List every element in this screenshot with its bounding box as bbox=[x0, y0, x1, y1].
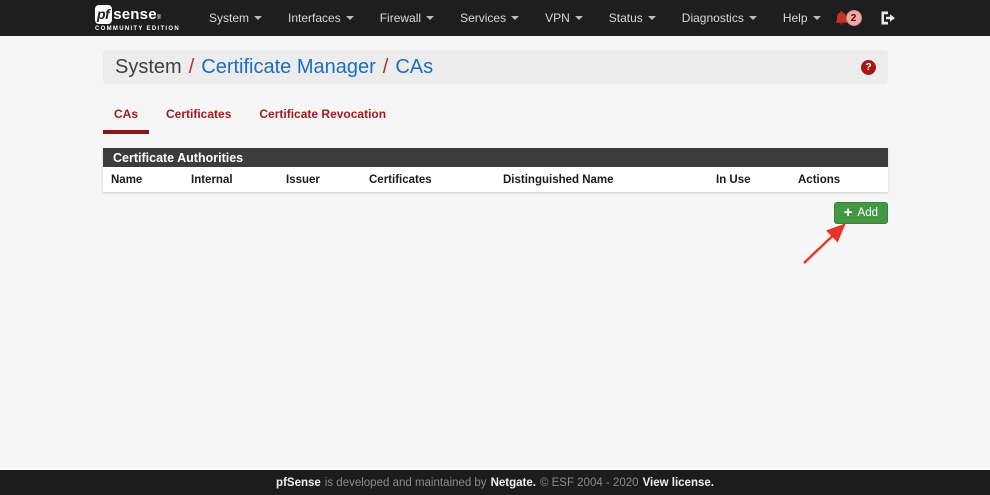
sign-out-glyph bbox=[880, 11, 896, 25]
breadcrumb: System / Certificate Manager / CAs ? bbox=[103, 50, 888, 84]
menu-item-firewall[interactable]: Firewall bbox=[367, 0, 447, 36]
caret-down-icon bbox=[426, 16, 434, 20]
footer-maintained-text: is developed and maintained by bbox=[325, 477, 487, 489]
column-header-actions: Actions bbox=[790, 167, 888, 192]
column-header-internal: Internal bbox=[183, 167, 278, 192]
breadcrumb-section: System bbox=[115, 56, 182, 79]
breadcrumb-separator: / bbox=[383, 56, 389, 79]
menu-item-system[interactable]: System bbox=[196, 0, 275, 36]
tab-bar: CAs Certificates Certificate Revocation bbox=[103, 101, 990, 134]
menu-item-status[interactable]: Status bbox=[596, 0, 669, 36]
notification-count-badge: 2 bbox=[846, 10, 862, 26]
breadcrumb-separator: / bbox=[189, 56, 195, 79]
registered-mark: ® bbox=[157, 15, 161, 21]
tab-certificates[interactable]: Certificates bbox=[155, 101, 242, 134]
community-edition-label: COMMUNITY EDITION bbox=[95, 26, 180, 32]
pfsense-logo-wordmark: pfsense® bbox=[95, 5, 180, 24]
help-icon[interactable]: ? bbox=[861, 60, 876, 75]
column-header-issuer: Issuer bbox=[278, 167, 361, 192]
caret-down-icon bbox=[648, 16, 656, 20]
menu-item-vpn[interactable]: VPN bbox=[532, 0, 596, 36]
table-header-row: Name Internal Issuer Certificates Distin… bbox=[103, 167, 888, 192]
certificate-authorities-table: Name Internal Issuer Certificates Distin… bbox=[103, 167, 888, 192]
footer: pfSense is developed and maintained by N… bbox=[0, 468, 990, 495]
menu-item-interfaces[interactable]: Interfaces bbox=[275, 0, 367, 36]
add-button-label: Add bbox=[858, 207, 878, 219]
tab-cas[interactable]: CAs bbox=[103, 101, 149, 134]
caret-down-icon bbox=[749, 16, 757, 20]
panel-title: Certificate Authorities bbox=[103, 148, 888, 167]
footer-netgate-link[interactable]: Netgate. bbox=[491, 477, 536, 489]
footer-copyright: © ESF 2004 - 2020 bbox=[540, 477, 639, 489]
menu-item-help[interactable]: Help bbox=[770, 0, 834, 36]
tab-certificate-revocation[interactable]: Certificate Revocation bbox=[248, 101, 397, 134]
breadcrumb-link-certificate-manager[interactable]: Certificate Manager bbox=[201, 56, 376, 79]
column-header-in-use: In Use bbox=[708, 167, 790, 192]
caret-down-icon bbox=[575, 16, 583, 20]
top-navbar: pfsense® COMMUNITY EDITION System Interf… bbox=[0, 0, 990, 36]
caret-down-icon bbox=[813, 16, 821, 20]
page-title: System / Certificate Manager / CAs bbox=[115, 56, 433, 79]
main-menu: System Interfaces Firewall Services VPN … bbox=[196, 0, 834, 36]
caret-down-icon bbox=[511, 16, 519, 20]
footer-view-license-link[interactable]: View license. bbox=[643, 477, 714, 489]
pfsense-logo[interactable]: pfsense® COMMUNITY EDITION bbox=[95, 5, 180, 32]
certificate-authorities-panel: Certificate Authorities Name Internal Is… bbox=[103, 148, 888, 192]
notifications-bell-icon[interactable]: 2 bbox=[834, 10, 862, 26]
logout-icon[interactable] bbox=[880, 11, 896, 25]
footer-pfsense-text: pfSense bbox=[276, 477, 321, 489]
add-button[interactable]: + Add bbox=[834, 202, 888, 224]
menu-item-diagnostics[interactable]: Diagnostics bbox=[669, 0, 770, 36]
plus-icon: + bbox=[844, 205, 853, 220]
add-button-row: + Add bbox=[0, 202, 888, 224]
pfsense-logo-sense: sense bbox=[113, 7, 157, 22]
pfsense-logo-pf: pf bbox=[95, 5, 112, 24]
caret-down-icon bbox=[254, 16, 262, 20]
breadcrumb-link-cas[interactable]: CAs bbox=[395, 56, 433, 79]
caret-down-icon bbox=[346, 16, 354, 20]
column-header-certificates: Certificates bbox=[361, 167, 495, 192]
navbar-right: 2 bbox=[834, 10, 896, 26]
column-header-distinguished-name: Distinguished Name bbox=[495, 167, 708, 192]
menu-item-services[interactable]: Services bbox=[447, 0, 532, 36]
column-header-name: Name bbox=[103, 167, 183, 192]
